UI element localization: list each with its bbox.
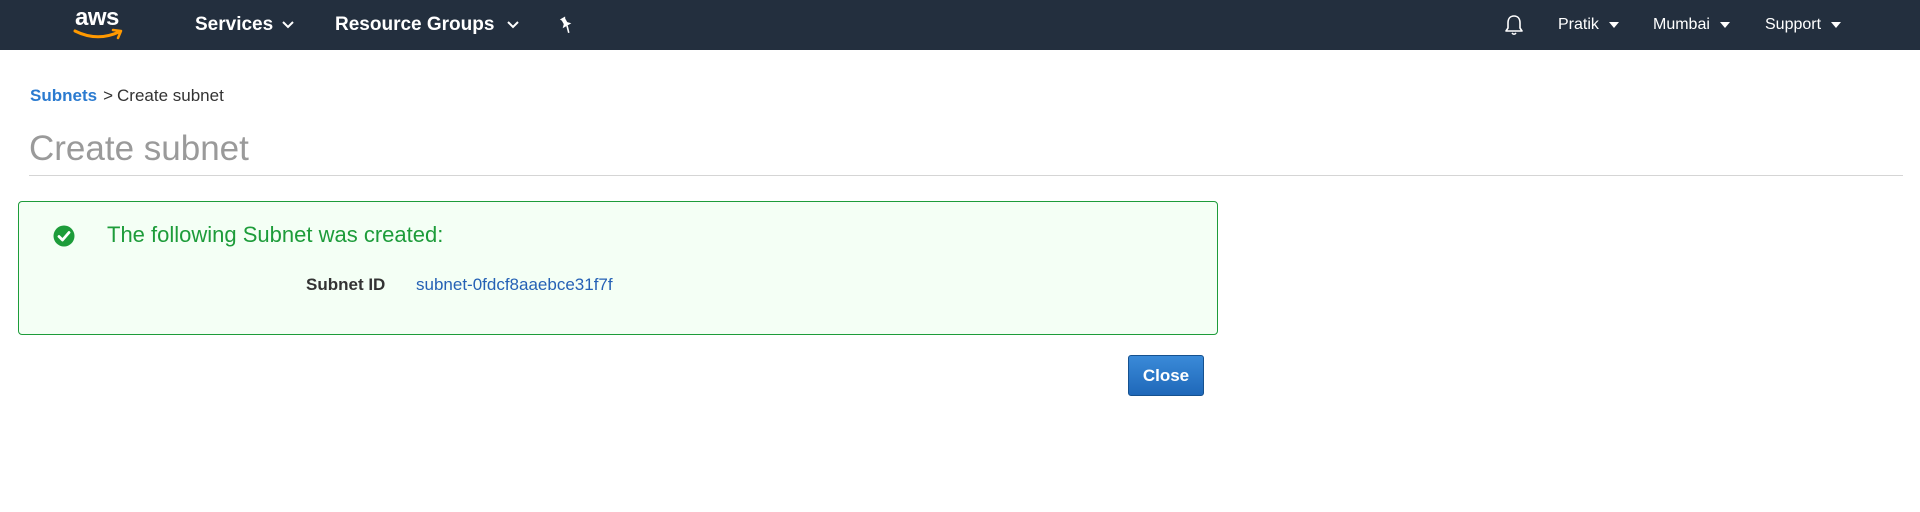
aws-smile-icon xyxy=(73,28,123,40)
region-label: Mumbai xyxy=(1653,16,1710,33)
support-menu[interactable]: Support xyxy=(1765,0,1842,50)
user-label: Pratik xyxy=(1558,16,1599,33)
notifications-button[interactable] xyxy=(1502,0,1526,50)
aws-logo[interactable]: aws xyxy=(73,4,129,44)
bell-icon xyxy=(1505,15,1523,36)
services-label: Services xyxy=(195,14,274,35)
caret-down-icon xyxy=(1831,22,1842,28)
subnet-id-label: Subnet ID xyxy=(306,275,386,294)
services-menu[interactable]: Services xyxy=(195,0,295,50)
top-navigation-bar: aws Services Resource Groups Pratik Mumb… xyxy=(0,0,1920,50)
chevron-down-icon xyxy=(507,21,520,29)
resource-groups-menu[interactable]: Resource Groups xyxy=(335,0,520,50)
check-circle-icon xyxy=(53,225,75,247)
breadcrumb-subnets-link[interactable]: Subnets xyxy=(30,86,97,105)
subnet-id-link[interactable]: subnet-0fdcf8aaebce31f7f xyxy=(416,275,613,295)
page-title: Create subnet xyxy=(29,129,249,168)
caret-down-icon xyxy=(1608,22,1619,28)
support-label: Support xyxy=(1765,16,1822,33)
pin-button[interactable] xyxy=(556,0,576,50)
breadcrumb-current: Create subnet xyxy=(117,86,224,105)
resource-groups-label: Resource Groups xyxy=(335,14,495,35)
chevron-down-icon xyxy=(282,21,294,29)
success-message: The following Subnet was created: xyxy=(107,222,444,247)
breadcrumb: Subnets > Create subnet xyxy=(30,86,224,106)
success-alert: The following Subnet was created: Subnet… xyxy=(18,201,1218,335)
user-menu[interactable]: Pratik xyxy=(1558,0,1619,50)
title-divider xyxy=(29,175,1903,176)
breadcrumb-separator: > xyxy=(103,86,113,105)
caret-down-icon xyxy=(1719,22,1730,28)
region-menu[interactable]: Mumbai xyxy=(1653,0,1730,50)
pin-icon xyxy=(559,16,572,33)
close-button[interactable]: Close xyxy=(1128,355,1204,396)
